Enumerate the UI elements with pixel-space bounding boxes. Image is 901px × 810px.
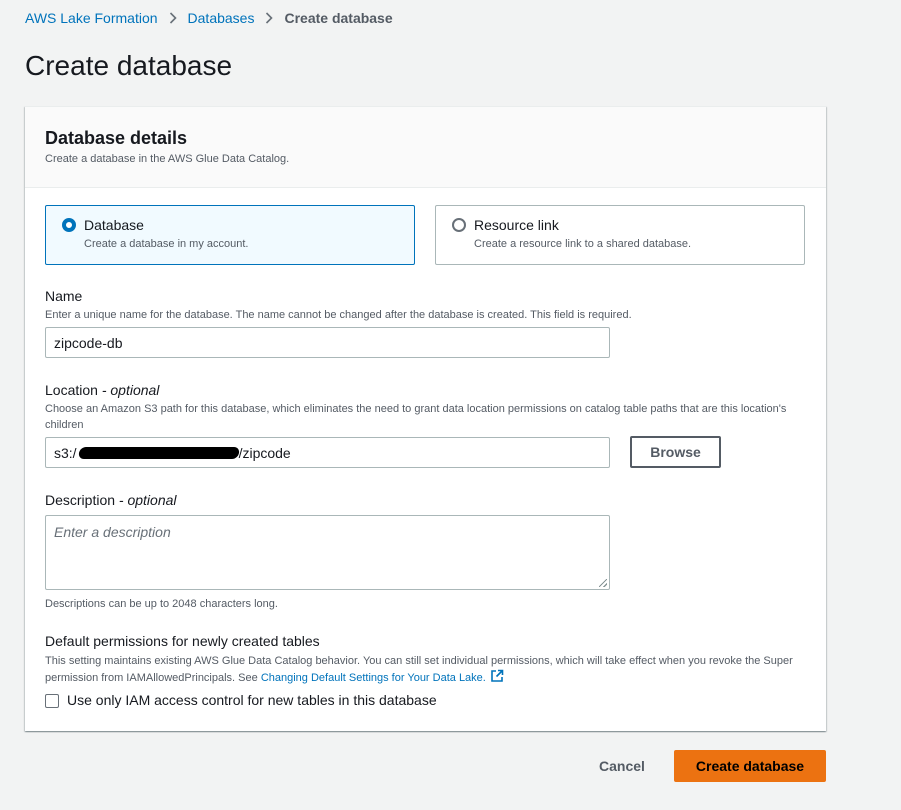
location-label: Location - optional [45,382,160,398]
name-input[interactable]: zipcode-db [45,327,610,358]
description-hint: Descriptions can be up to 2048 character… [45,598,278,610]
create-database-button[interactable]: Create database [674,750,826,782]
breadcrumb-databases[interactable]: Databases [188,10,255,26]
resource-link-radio[interactable] [452,218,466,232]
iam-only-checkbox[interactable] [45,694,59,708]
breadcrumb-current: Create database [284,10,393,26]
default-permissions-description: This setting maintains existing AWS Glue… [45,653,805,688]
option-database-tile[interactable]: Database Create a database in my account… [45,205,415,265]
chevron-right-icon [169,12,177,24]
option-resource-link-tile[interactable]: Resource link Create a resource link to … [435,205,805,265]
database-details-panel: Database details Create a database in th… [25,106,826,731]
browse-button[interactable]: Browse [630,436,721,468]
option-resource-link-label: Resource link [474,217,559,233]
chevron-right-icon [265,12,274,24]
panel-description: Create a database in the AWS Glue Data C… [45,153,290,165]
description-textarea[interactable]: Enter a description [45,515,610,590]
iam-only-checkbox-label[interactable]: Use only IAM access control for new tabl… [67,692,437,708]
database-radio[interactable] [62,218,76,232]
description-placeholder: Enter a description [54,524,171,540]
resize-grip-icon[interactable] [599,579,607,587]
panel-header: Database details Create a database in th… [25,107,826,188]
external-link-icon[interactable] [490,669,504,688]
description-label: Description - optional [45,492,177,508]
breadcrumb-lake-formation[interactable]: AWS Lake Formation [25,10,158,26]
name-label: Name [45,288,83,304]
redacted-bucket [77,446,240,459]
location-description: Choose an Amazon S3 path for this databa… [45,403,787,431]
default-settings-link[interactable]: Changing Default Settings for Your Data … [261,672,486,684]
name-description: Enter a unique name for the database. Th… [45,309,632,321]
default-permissions-label: Default permissions for newly created ta… [45,633,320,649]
cancel-button[interactable]: Cancel [587,750,657,782]
option-resource-link-description: Create a resource link to a shared datab… [474,238,692,250]
page-title: Create database [25,50,233,81]
option-database-description: Create a database in my account. [84,238,249,250]
panel-title: Database details [45,128,188,148]
breadcrumb: AWS Lake Formation Databases Create data… [25,10,393,26]
location-input[interactable]: s3://zipcode [45,437,610,468]
option-database-label: Database [84,217,144,233]
